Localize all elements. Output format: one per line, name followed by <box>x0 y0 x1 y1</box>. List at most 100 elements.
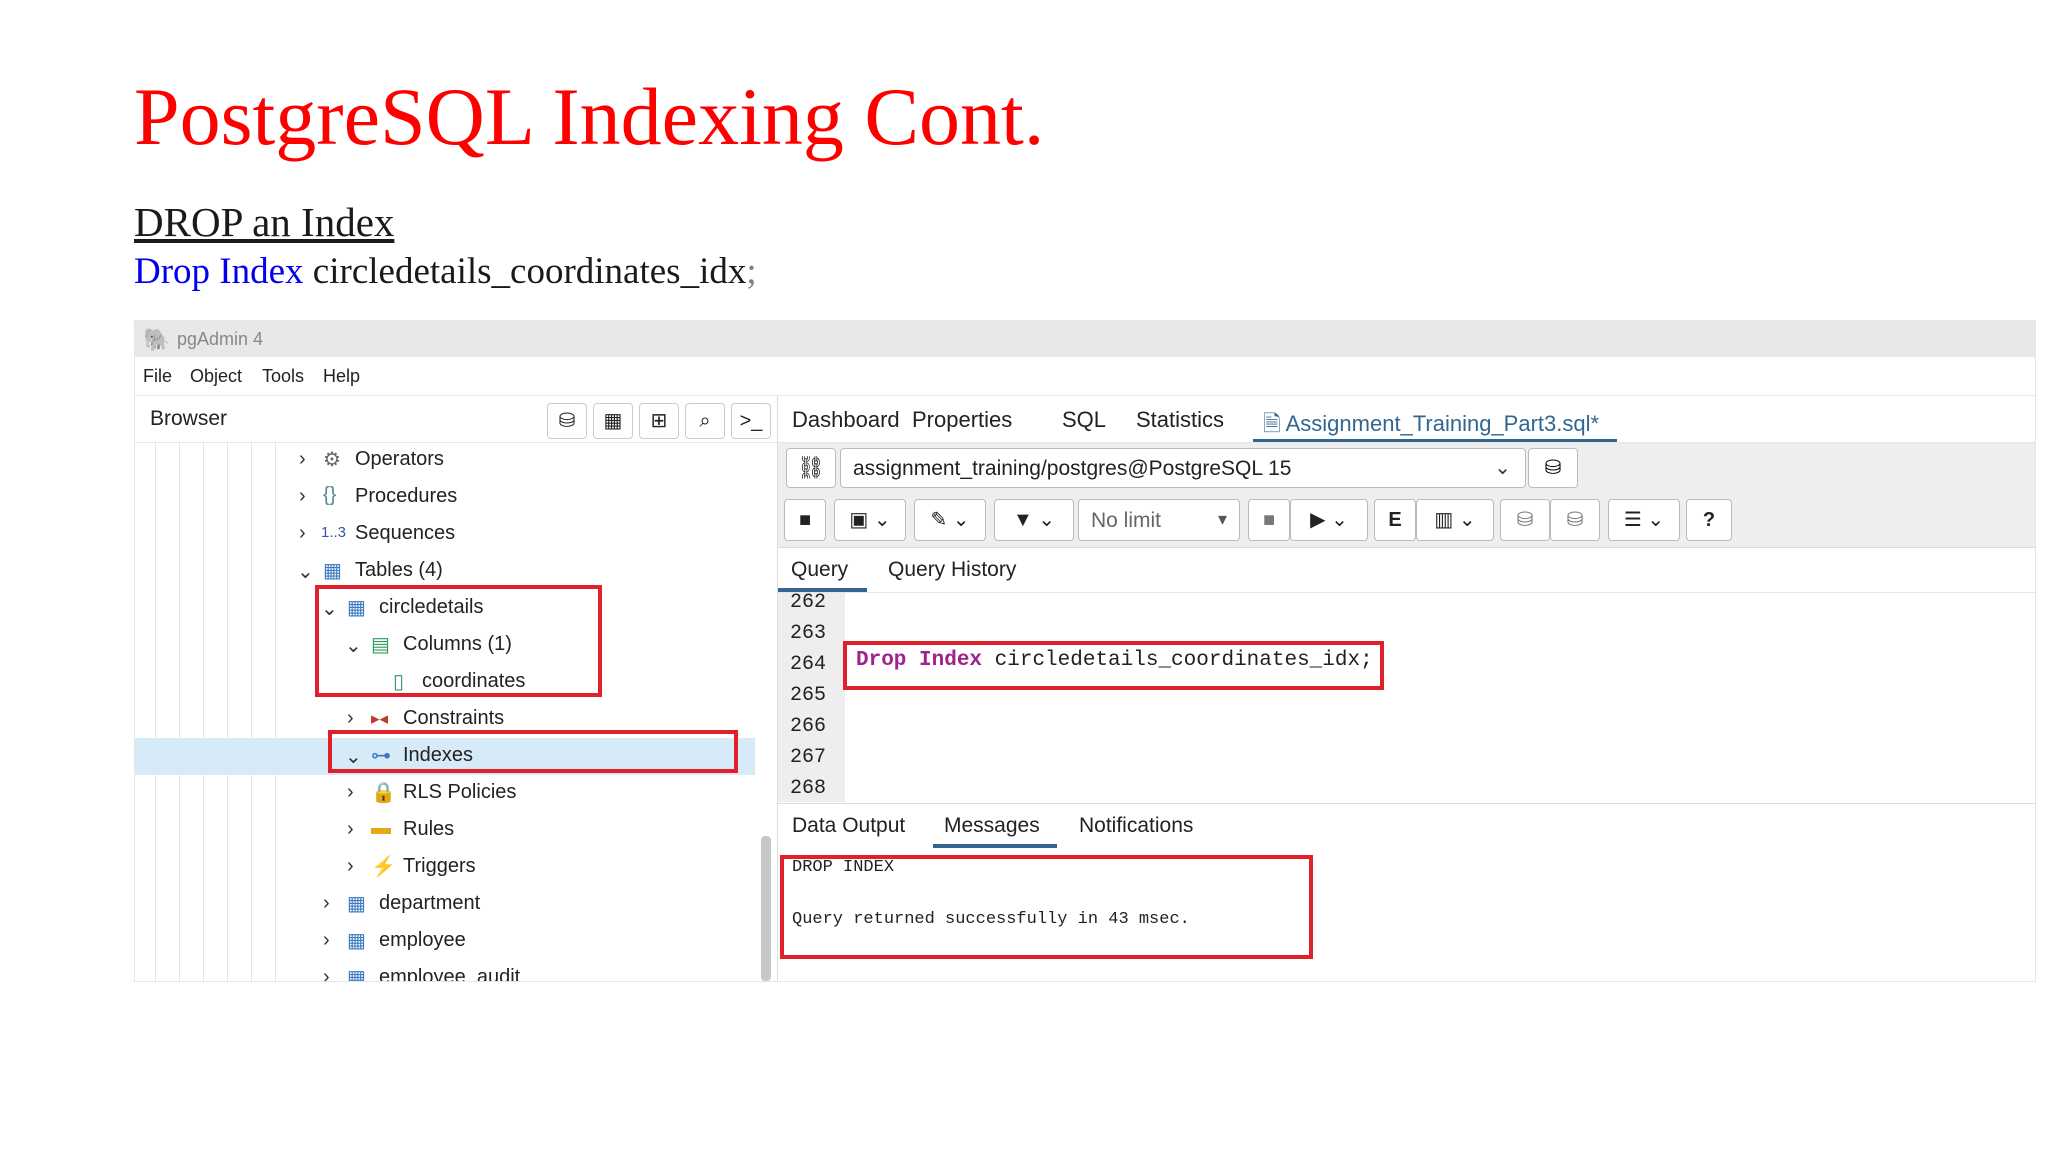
chevron-right-icon[interactable]: › <box>347 781 354 804</box>
filter-button[interactable]: ▼ ⌄ <box>994 499 1074 541</box>
explain-button[interactable]: E <box>1374 499 1416 541</box>
tab-statistics[interactable]: Statistics <box>1136 407 1224 433</box>
tree-item-sequences[interactable]: › 1..3 Sequences <box>135 516 755 553</box>
tree-item-triggers[interactable]: › ⚡ Triggers <box>135 849 755 886</box>
folder-icon: ■ <box>798 509 812 531</box>
file-icon: 🗎 <box>1263 411 1281 436</box>
psql-tool-button[interactable]: >_ <box>731 403 771 439</box>
line-number: 262 <box>790 591 827 614</box>
limit-select[interactable]: No limit ▾ <box>1078 499 1240 541</box>
highlight-indexes-box <box>328 730 738 773</box>
editor-tabbar: Query Query History <box>778 548 2035 593</box>
tree-item-procedures[interactable]: › {} Procedures <box>135 479 755 516</box>
triggers-icon: ⚡ <box>371 856 396 878</box>
tree-item-label: Sequences <box>355 522 456 544</box>
stop-icon: ■ <box>1262 509 1276 531</box>
tab-notifications[interactable]: Notifications <box>1079 814 1193 838</box>
code-line: Drop Index circledetails_coordinates_idx… <box>134 251 757 293</box>
tree-item-label: Operators <box>355 448 444 470</box>
highlight-messages-box <box>780 855 1313 959</box>
database-icon: ⛁ <box>558 410 576 432</box>
tree-item-label: Constraints <box>403 707 505 729</box>
connection-bar: ⛓ assignment_training/postgres@PostgreSQ… <box>778 443 2035 493</box>
procedures-icon: {} <box>323 484 337 506</box>
edit-button[interactable]: ✎ ⌄ <box>914 499 986 541</box>
tab-data-output[interactable]: Data Output <box>792 814 905 838</box>
active-tab-indicator <box>1253 439 1617 442</box>
chevron-down-icon[interactable]: ⌄ <box>297 559 314 584</box>
chevron-right-icon[interactable]: › <box>299 522 306 545</box>
chevron-right-icon[interactable]: › <box>347 818 354 841</box>
chevron-right-icon[interactable]: › <box>299 448 306 471</box>
connection-select[interactable]: assignment_training/postgres@PostgreSQL … <box>840 448 1526 488</box>
operators-icon: ⚙ <box>323 449 341 471</box>
chevron-right-icon[interactable]: › <box>323 966 330 981</box>
rollback-button[interactable]: ⛁ <box>1550 499 1600 541</box>
grid-icon: ▦ <box>603 410 623 432</box>
object-explorer-button[interactable]: ⛁ <box>547 403 587 439</box>
output-tabbar: Data Output Messages Notifications <box>778 803 2035 849</box>
tree-item-label: Procedures <box>355 485 458 507</box>
tab-dashboard[interactable]: Dashboard <box>792 407 900 433</box>
lock-icon: 🔒 <box>371 782 396 804</box>
line-number: 265 <box>790 684 827 707</box>
stop-button[interactable]: ■ <box>1248 499 1290 541</box>
list-icon: ☰ ⌄ <box>1623 509 1665 531</box>
caret-down-icon: ▾ <box>1217 509 1227 529</box>
constraints-icon: ▸◂ <box>371 709 389 728</box>
tab-query-file-label: Assignment_Training_Part3.sql* <box>1285 411 1600 436</box>
macros-button[interactable]: ☰ ⌄ <box>1608 499 1680 541</box>
terminal-icon: >_ <box>739 410 763 432</box>
sql-editor[interactable]: 262 263 264 265 266 267 268 Drop Index c… <box>778 591 2035 802</box>
chevron-right-icon[interactable]: › <box>347 855 354 878</box>
connection-status-button[interactable]: ⛓ <box>786 448 836 488</box>
search-icon: ⌕ <box>699 410 711 432</box>
help-icon: ? <box>1702 509 1716 531</box>
menu-tools[interactable]: Tools <box>262 366 304 387</box>
search-button[interactable]: ⌕ <box>685 403 725 439</box>
play-icon: ▶ ⌄ <box>1310 509 1348 531</box>
chevron-right-icon[interactable]: › <box>299 485 306 508</box>
tree-item-label: department <box>379 892 481 914</box>
code-keyword: Drop Index <box>134 251 304 292</box>
menu-help[interactable]: Help <box>323 366 360 387</box>
tree-item-department[interactable]: › ▦ department <box>135 886 755 923</box>
open-file-button[interactable]: ■ <box>784 499 826 541</box>
tree-item-employee-audit[interactable]: › ▦ employee_audit <box>135 960 755 981</box>
save-file-button[interactable]: ▣ ⌄ <box>834 499 906 541</box>
commit-button[interactable]: ⛁ <box>1500 499 1550 541</box>
filtered-rows-button[interactable]: ⊞ <box>639 403 679 439</box>
explain-analyze-button[interactable]: ▥ ⌄ <box>1416 499 1494 541</box>
menu-object[interactable]: Object <box>190 366 242 387</box>
connection-value: assignment_training/postgres@PostgreSQL … <box>853 457 1292 480</box>
chevron-right-icon[interactable]: › <box>323 892 330 915</box>
chevron-right-icon[interactable]: › <box>347 707 354 730</box>
execute-button[interactable]: ▶ ⌄ <box>1290 499 1368 541</box>
elephant-logo-icon: 🐘 <box>143 327 171 352</box>
limit-value: No limit <box>1091 509 1162 532</box>
tab-query[interactable]: Query <box>791 558 848 582</box>
chevron-right-icon[interactable]: › <box>323 929 330 952</box>
browser-scrollbar[interactable] <box>761 836 771 981</box>
menu-file[interactable]: File <box>143 366 172 387</box>
query-toolbar: ■ ▣ ⌄ ✎ ⌄ ▼ ⌄ No limit ▾ ■ ▶ ⌄ E ▥ ⌄ ⛁ ⛁… <box>778 493 2035 548</box>
tree-item-rules[interactable]: › ▬ Rules <box>135 812 755 849</box>
tree-item-operators[interactable]: › ⚙ Operators <box>135 442 755 479</box>
tree-item-employee[interactable]: › ▦ employee <box>135 923 755 960</box>
line-number: 263 <box>790 622 827 645</box>
highlight-sql-statement-box <box>843 641 1384 690</box>
database-icon: ⛁ <box>1544 457 1562 479</box>
tab-sql[interactable]: SQL <box>1062 407 1106 433</box>
tree-item-rls-policies[interactable]: › 🔒 RLS Policies <box>135 775 755 812</box>
help-button[interactable]: ? <box>1686 499 1732 541</box>
filter-table-icon: ⊞ <box>650 410 668 432</box>
tree-item-label: Rules <box>403 818 455 840</box>
main-tabbar: Dashboard Properties SQL Statistics 🗎 As… <box>778 396 2035 443</box>
line-number: 266 <box>790 715 827 738</box>
connection-database-button[interactable]: ⛁ <box>1528 448 1578 488</box>
browser-header: Browser ⛁ ▦ ⊞ ⌕ >_ <box>135 396 777 443</box>
tab-properties[interactable]: Properties <box>912 407 1012 433</box>
view-data-button[interactable]: ▦ <box>593 403 633 439</box>
tab-query-history[interactable]: Query History <box>888 558 1016 582</box>
tab-messages[interactable]: Messages <box>944 814 1040 838</box>
